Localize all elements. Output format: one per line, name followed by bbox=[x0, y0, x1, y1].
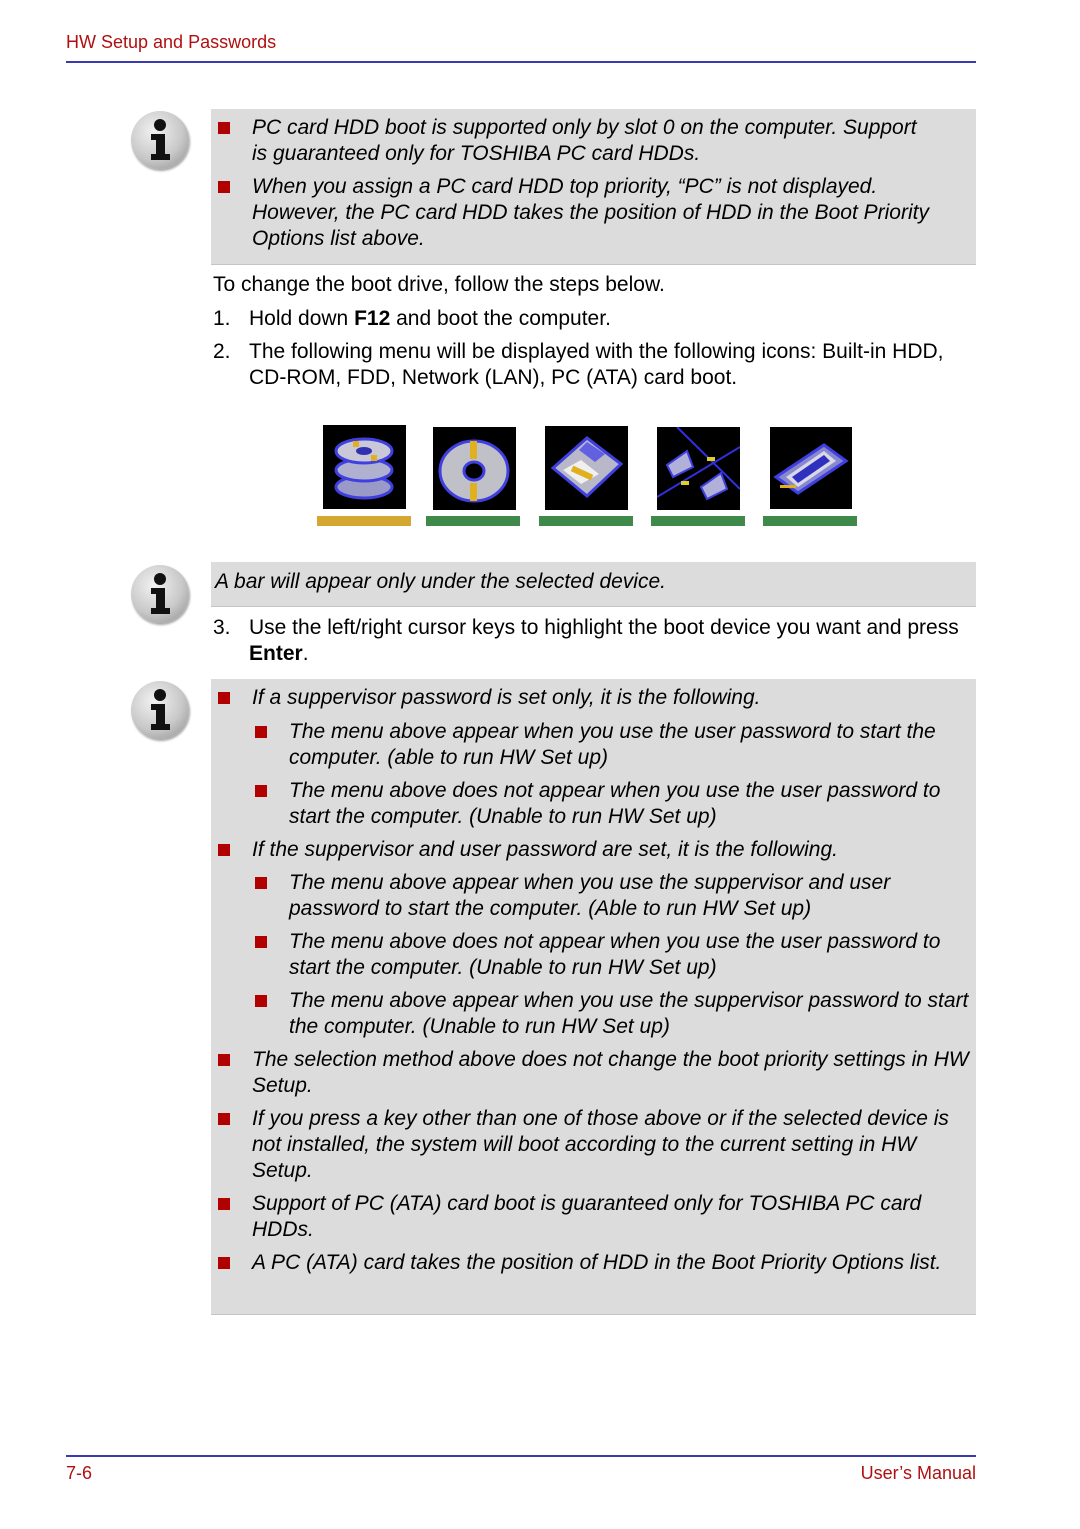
pc-card-icon[interactable] bbox=[770, 427, 852, 509]
note-bullet: If you press a key other than one of tho… bbox=[211, 1106, 971, 1184]
running-header: HW Setup and Passwords bbox=[66, 32, 277, 52]
note-sub-bullet: The menu above appear when you use the u… bbox=[248, 719, 971, 771]
step-number: 2. bbox=[213, 340, 231, 363]
note-bullet: Support of PC (ATA) card boot is guarant… bbox=[211, 1191, 971, 1243]
note-box-selection-bar: A bar will appear only under the selecte… bbox=[211, 562, 976, 607]
step-3: 3. Use the left/right cursor keys to hig… bbox=[213, 615, 978, 667]
intro-text: To change the boot drive, follow the ste… bbox=[213, 273, 665, 296]
note-box-pc-card: PC card HDD boot is supported only by sl… bbox=[211, 109, 976, 265]
key-name: F12 bbox=[354, 307, 391, 330]
note-bullet: If the suppervisor and user password are… bbox=[211, 837, 971, 863]
info-icon bbox=[131, 111, 189, 169]
note-bullet: PC card HDD boot is supported only by sl… bbox=[211, 115, 931, 167]
note-text: A bar will appear only under the selecte… bbox=[215, 570, 666, 593]
selection-bar-cdrom bbox=[426, 516, 520, 526]
note-bullet: The selection method above does not chan… bbox=[211, 1047, 971, 1099]
info-icon bbox=[131, 565, 189, 623]
selection-bar-pc-card bbox=[763, 516, 857, 526]
note-box-passwords: If a suppervisor password is set only, i… bbox=[211, 679, 976, 1315]
key-name: Enter bbox=[249, 642, 303, 665]
step-text: Use the left/right cursor keys to highli… bbox=[249, 616, 959, 639]
note-bullet: A PC (ATA) card takes the position of HD… bbox=[211, 1250, 971, 1276]
cd-rom-icon[interactable] bbox=[433, 427, 516, 510]
page-number: 7-6 bbox=[66, 1463, 93, 1483]
info-icon bbox=[131, 681, 189, 739]
step-number: 1. bbox=[213, 307, 231, 330]
header-rule bbox=[66, 61, 976, 63]
selection-bar-lan bbox=[651, 516, 745, 526]
step-1: 1. Hold down F12 and boot the computer. bbox=[213, 306, 978, 332]
step-2: 2. The following menu will be displayed … bbox=[213, 339, 978, 391]
password-notes-list: If a suppervisor password is set only, i… bbox=[211, 685, 971, 1276]
step-text: . bbox=[302, 642, 309, 665]
hdd-stack-icon[interactable] bbox=[323, 425, 406, 509]
note-bullet: If a suppervisor password is set only, i… bbox=[211, 685, 971, 711]
footer-rule bbox=[66, 1455, 976, 1457]
note-sub-bullet: The menu above appear when you use the s… bbox=[248, 870, 971, 922]
step-number: 3. bbox=[213, 616, 231, 639]
step-text: Hold down bbox=[249, 307, 355, 330]
network-lan-icon[interactable] bbox=[656, 426, 741, 510]
note-bullet: When you assign a PC card HDD top priori… bbox=[211, 174, 931, 252]
floppy-disk-icon[interactable] bbox=[545, 426, 628, 510]
selection-bar-fdd bbox=[539, 516, 633, 526]
step-text: The following menu will be displayed wit… bbox=[249, 340, 944, 389]
note-sub-bullet: The menu above does not appear when you … bbox=[248, 929, 971, 981]
note-sub-bullet: The menu above appear when you use the s… bbox=[248, 988, 971, 1040]
note-sub-bullet: The menu above does not appear when you … bbox=[248, 778, 971, 830]
selection-bar-hdd bbox=[317, 516, 411, 526]
step-text: and boot the computer. bbox=[390, 307, 611, 330]
running-footer: User’s Manual bbox=[860, 1463, 976, 1483]
